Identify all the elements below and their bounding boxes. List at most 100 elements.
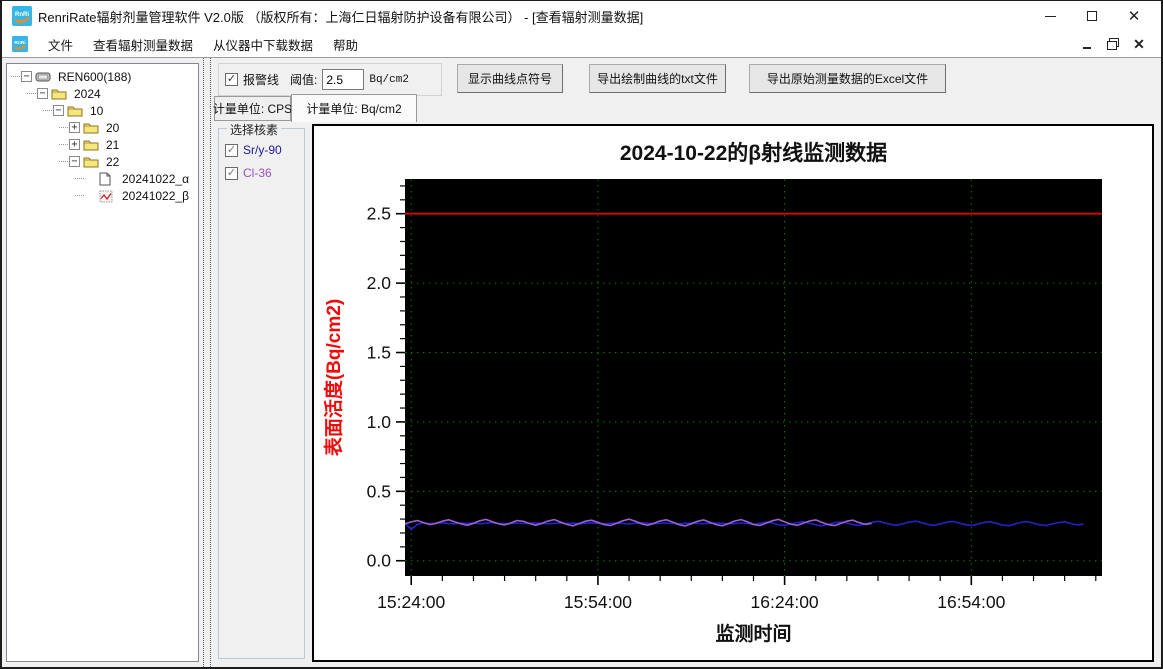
window-controls: ✕ (1029, 3, 1155, 29)
tree-connector (59, 127, 68, 128)
tree-item-label: REN600(188) (58, 69, 132, 84)
x-tick-label: 16:54:00 (937, 592, 1005, 612)
mdi-window-controls: ✕ (1081, 36, 1155, 52)
tree-connector (27, 93, 36, 94)
tree-connector (75, 195, 84, 196)
alarm-line-checkbox[interactable]: ✓ (225, 73, 238, 86)
nuclide-selection-group: 选择核素 ✓ Sr/y-90 ✓ Cl-36 (218, 121, 305, 659)
tree-item-20[interactable]: +20 (7, 119, 198, 136)
nuclide-label: Cl-36 (243, 166, 272, 180)
folder-icon (51, 87, 68, 101)
nuclide-checkbox[interactable]: ✓ (225, 143, 238, 157)
tree-item-21[interactable]: +21 (7, 136, 198, 153)
export-curve-txt-button[interactable]: 导出绘制曲线的txt文件 (589, 64, 726, 93)
folder-icon (67, 104, 84, 118)
folder-icon (83, 121, 100, 135)
tree-item-label: 20241022_β (122, 188, 189, 203)
monitoring-chart: 0.0 0.5 1.0 1.5 2.0 2.5 15:24:00 15:54:00 16:24:… (322, 141, 1102, 645)
nuclide-group-title: 选择核素 (227, 121, 282, 138)
device-tree-panel: − REN600(188) −2024−10 +20 +21−22 20241022_α 2… (6, 63, 199, 662)
export-raw-excel-button[interactable]: 导出原始测量数据的Excel文件 (749, 64, 946, 93)
y-tick-label: 0.5 (367, 481, 391, 501)
mdi-close-button[interactable]: ✕ (1133, 36, 1145, 52)
tree-connector (59, 144, 68, 145)
y-tick-label: 1.5 (367, 343, 391, 363)
tree-item-label: 2024 (74, 86, 101, 101)
tree-item-label: 20 (106, 120, 120, 135)
menu-download-from-instrument[interactable]: 从仪器中下载数据 (203, 31, 323, 58)
y-tick-label: 1.0 (367, 412, 392, 432)
minimize-icon (1044, 15, 1056, 17)
tree-collapse-icon[interactable]: − (21, 71, 32, 82)
svg-text:RnRi: RnRi (14, 40, 25, 46)
tab-unit-cps[interactable]: 计量单位: CPS (213, 96, 292, 121)
x-axis-title: 监测时间 (715, 622, 791, 645)
folder-icon (83, 138, 100, 152)
title-bar: RnRi RenriRate辐射剂量管理软件 V2.0版 （版权所有：上海仁日辐… (2, 1, 1161, 31)
mdi-child-icon: RnRi (12, 36, 28, 52)
chart-title: 2024-10-22的β射线监测数据 (620, 141, 887, 165)
y-tick-label: 2.0 (367, 273, 392, 293)
window-title: RenriRate辐射剂量管理软件 V2.0版 （版权所有：上海仁日辐射防护设备… (38, 9, 644, 25)
mdi-restore-button[interactable] (1107, 38, 1119, 50)
close-icon: ✕ (1127, 7, 1141, 25)
menu-view-measurement-data[interactable]: 查看辐射测量数据 (83, 31, 203, 58)
tree-connector (59, 161, 68, 162)
plot-background (405, 179, 1102, 576)
device-icon (35, 70, 52, 84)
alarm-line-group: ✓ 报警线 阈值: Bq/cm2 (218, 63, 442, 96)
tree-item-20241022_α[interactable]: 20241022_α (7, 170, 198, 187)
mdi-minimize-button[interactable] (1081, 38, 1093, 50)
tree-collapse-icon[interactable]: − (53, 105, 64, 116)
nuclide-label: Sr/y-90 (243, 143, 282, 157)
tree-collapse-icon[interactable]: − (37, 88, 48, 99)
tree-item-22[interactable]: − 22 (7, 153, 198, 170)
tree-item-label: 22 (106, 154, 120, 169)
chart-file-icon (99, 189, 116, 203)
close-button[interactable]: ✕ (1113, 3, 1155, 29)
app-logo-icon: RnRi (12, 6, 32, 26)
tree-item-label: 21 (106, 137, 120, 152)
nuclide-checkbox[interactable]: ✓ (225, 166, 238, 180)
menu-file[interactable]: 文件 (38, 31, 83, 58)
tree-item-REN600(188)[interactable]: − REN600(188) (7, 68, 198, 85)
panel-splitter[interactable] (203, 58, 211, 667)
tree-expand-icon[interactable]: + (69, 139, 80, 150)
nuclide-item-Sr/y-90[interactable]: ✓ Sr/y-90 (225, 143, 299, 157)
x-tick-label: 16:24:00 (751, 592, 819, 612)
tree-collapse-icon[interactable]: − (69, 156, 80, 167)
maximize-icon (1087, 11, 1097, 21)
y-axis-title: 表面活度(Bq/cm2) (322, 299, 345, 456)
tree-item-label: 10 (90, 103, 104, 118)
tree-item-2024[interactable]: − 2024 (7, 85, 198, 102)
tree-expand-icon[interactable]: + (69, 122, 80, 133)
mdi-minimize-icon (1083, 47, 1091, 49)
threshold-unit-label: Bq/cm2 (369, 73, 409, 86)
maximize-button[interactable] (1071, 3, 1113, 29)
x-tick-label: 15:24:00 (377, 592, 445, 612)
tab-unit-bqcm2[interactable]: 计量单位: Bq/cm2 (291, 94, 417, 122)
threshold-input[interactable] (322, 69, 365, 90)
alarm-line-label: 报警线 (243, 73, 280, 87)
svg-text:RnRi: RnRi (15, 12, 29, 18)
document-icon (99, 172, 116, 186)
tree-item-10[interactable]: − 10 (7, 102, 198, 119)
y-tick-label: 0.0 (367, 551, 392, 571)
main-area: − REN600(188) −2024−10 +20 +21−22 20241022_α 2… (2, 58, 1161, 667)
tree-connector (43, 110, 52, 111)
tree-connector (11, 76, 20, 77)
minimize-button[interactable] (1029, 3, 1071, 29)
threshold-label: 阈值: (290, 73, 318, 87)
menu-bar: RnRi 文件 查看辐射测量数据 从仪器中下载数据 帮助 ✕ (2, 31, 1161, 58)
x-tick-label: 15:54:00 (564, 592, 632, 612)
tree-item-20241022_β[interactable]: 20241022_β (7, 187, 198, 204)
folder-icon (83, 155, 100, 169)
y-tick-label: 2.5 (367, 204, 391, 224)
tree-connector (75, 178, 84, 179)
app-window: RnRi RenriRate辐射剂量管理软件 V2.0版 （版权所有：上海仁日辐… (0, 0, 1163, 669)
chart-panel: 0.0 0.5 1.0 1.5 2.0 2.5 15:24:00 15:54:00 16:24:… (312, 124, 1154, 662)
nuclide-item-Cl-36[interactable]: ✓ Cl-36 (225, 166, 299, 180)
show-curve-points-button[interactable]: 显示曲线点符号 (457, 64, 563, 93)
tree-item-label: 20241022_α (122, 171, 190, 186)
menu-help[interactable]: 帮助 (323, 31, 368, 58)
